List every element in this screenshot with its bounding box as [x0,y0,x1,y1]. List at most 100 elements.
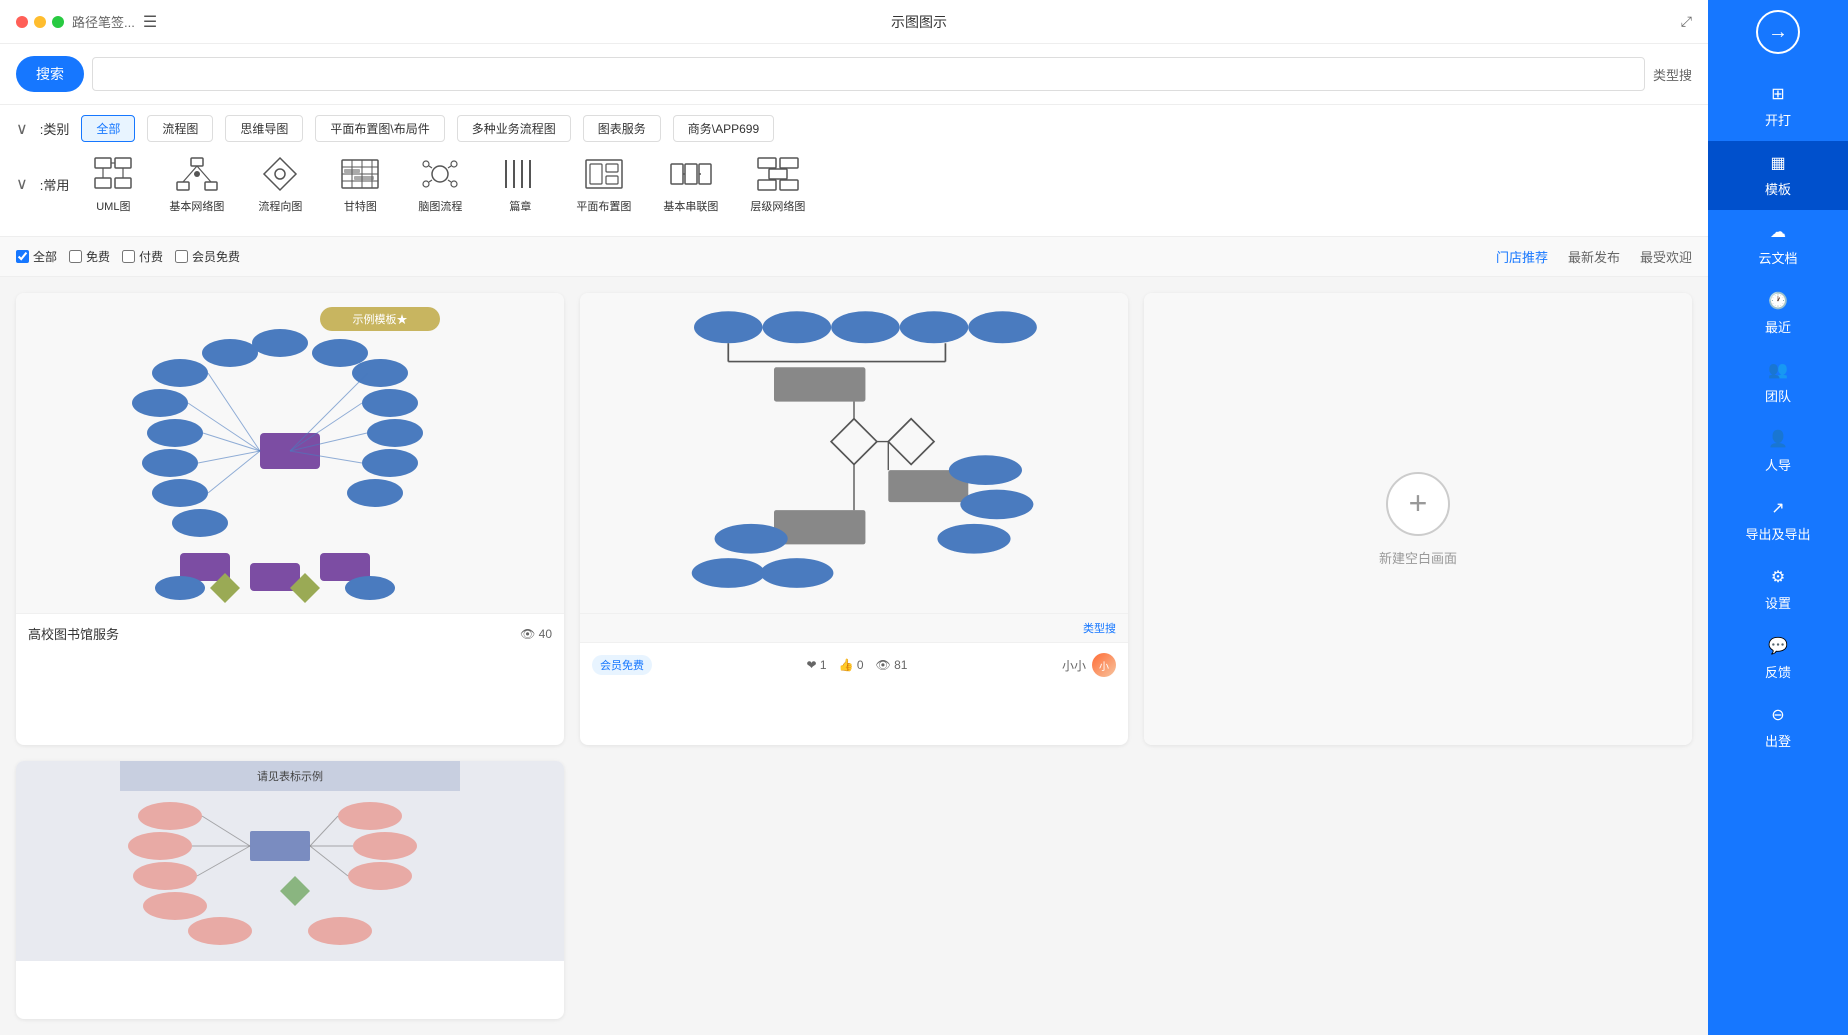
flat-layout-label: 平面布置图 [576,198,631,214]
card-1-stats: 👁 40 [520,627,552,641]
card-2-views: 👁 81 [876,658,908,672]
card-2-tag: 会员免费 [592,655,652,675]
card-2[interactable]: 类型搜 会员免费 ❤ 1 👍 0 👁 81 小小 小 [580,293,1128,745]
top-bar: ...路径笔签 ☰ 示图图示 ⤢ [0,0,1708,44]
mind-icon [416,154,464,194]
breadcrumb: ...路径笔签 [72,12,135,31]
maximize-window-button[interactable] [52,16,64,28]
filter-chip-all[interactable]: 全部 [81,115,135,142]
filter-icon-uml[interactable]: UML图 [81,150,145,218]
flat-layout-icon [580,154,628,194]
category-label: 类别: [40,119,70,138]
sidebar-item-settings[interactable]: ⚙ 设置 [1708,555,1848,624]
sidebar-item-label-export: 导出及导出 [1745,524,1810,543]
checkbox-all[interactable]: 全部 [16,248,57,265]
cloud-icon: ☁ [1770,222,1786,242]
sidebar-item-label-logout: 出登 [1765,731,1791,750]
sidebar-item-open[interactable]: ⊞ 开打 [1708,72,1848,141]
search-bar: 搜索 类型搜 [0,44,1708,105]
uml-icon [89,154,137,194]
open-icon: ⊞ [1771,84,1784,104]
card-2-type-label: 类型搜 [1083,620,1116,636]
sort-newest[interactable]: 最新发布 [1568,247,1620,266]
sort-popular[interactable]: 最受欢迎 [1640,247,1692,266]
filter-icon-network[interactable]: 基本网络图 [161,150,232,218]
venn-label: 篇章 [509,198,531,214]
sort-bar: 全部 免费 付费 会员免费 门店推荐 最新发布 最受欢迎 [0,237,1708,277]
mind-label: 脑图流程 [418,198,462,214]
group-icon: 👥 [1768,360,1788,380]
filter-icon-gantt[interactable]: 甘特图 [328,150,392,218]
flowchart-basic-icon [256,154,304,194]
sidebar-item-label-recent: 最近 [1765,317,1791,336]
sidebar-item-label-templates: 模板 [1765,179,1791,198]
filter-icon-flat-layout[interactable]: 平面布置图 [568,150,639,218]
filter-icon-venn[interactable]: 篇章 [488,150,552,218]
sort-left: 全部 免费 付费 会员免费 [16,248,240,265]
network-icon [173,154,221,194]
sidebar: → ⊞ 开打 ▦ 模板 ☁ 云文档 🕐 最近 👥 团队 👤 人导 ↗ 导出及导出… [1708,0,1848,1035]
sidebar-item-cloud[interactable]: ☁ 云文档 [1708,210,1848,279]
sidebar-item-person[interactable]: 👤 人导 [1708,417,1848,486]
filter-chip-chart[interactable]: 图表服务 [583,115,661,142]
sidebar-item-recent[interactable]: 🕐 最近 [1708,279,1848,348]
uml-label: UML图 [96,198,130,214]
card-2-thumbs: 👍 0 [839,658,864,672]
card-3-blank[interactable]: + 新建空白画面 [1144,293,1692,745]
settings-icon: ⚙ [1771,567,1785,587]
venn-icon [496,154,544,194]
sidebar-item-feedback[interactable]: 💬 反馈 [1708,624,1848,693]
filter-chip-mindmap[interactable]: 思维导图 [225,115,303,142]
sidebar-item-label-cloud: 云文档 [1758,248,1797,267]
close-window-button[interactable] [16,16,28,28]
card-4[interactable]: 请见表标示例 [16,761,564,1019]
category-filter-row: ∨ 类别: 全部 流程图 思维导图 平面布置图\布局件 多种业务流程图 图表服务… [16,115,1692,142]
sidebar-item-label-feedback: 反馈 [1765,662,1791,681]
feedback-icon: 💬 [1768,636,1788,656]
filter-icon-basic-serial[interactable]: 基本串联图 [655,150,726,218]
logout-icon: ⊖ [1771,705,1784,725]
filter-chip-business[interactable]: 多种业务流程图 [457,115,571,142]
common-expand-button[interactable]: ∨ [16,174,28,194]
fullscreen-icon[interactable]: ⤢ [1681,13,1692,30]
sidebar-arrow-button[interactable]: → [1756,10,1800,54]
card-1-title: 高校图书馆服务 [28,624,119,643]
filter-icon-layered[interactable]: 层级网络图 [742,150,813,218]
search-input[interactable] [92,57,1645,91]
card-3-plus-button[interactable]: + [1386,472,1450,536]
network-label: 基本网络图 [169,198,224,214]
checkbox-free[interactable]: 免费 [69,248,110,265]
card-2-user: 小小 小 [1062,653,1116,677]
basic-serial-icon [667,154,715,194]
sidebar-item-logout[interactable]: ⊖ 出登 [1708,693,1848,762]
filter-chip-layout[interactable]: 平面布置图\布局件 [315,115,444,142]
checkbox-paid[interactable]: 付费 [122,248,163,265]
sidebar-item-export[interactable]: ↗ 导出及导出 [1708,486,1848,555]
filter-chip-app[interactable]: 商务\APP699 [673,115,774,142]
category-expand-button[interactable]: ∨ [16,119,28,139]
gantt-icon [336,154,384,194]
minimize-window-button[interactable] [34,16,46,28]
common-filter-row: ∨ 常用: UML图 [16,150,1692,218]
filter-chip-flowchart[interactable]: 流程图 [147,115,213,142]
search-button[interactable]: 搜索 [16,56,84,92]
card-2-username: 小小 [1062,657,1086,674]
checkbox-member[interactable]: 会员免费 [175,248,240,265]
svg-text:示例模板★: 示例模板★ [353,312,408,326]
gantt-label: 甘特图 [344,198,377,214]
filter-icon-flowchart-basic[interactable]: 流程向图 [248,150,312,218]
card-1[interactable]: 示例模板★ [16,293,564,745]
sidebar-item-templates[interactable]: ▦ 模板 [1708,141,1848,210]
cards-grid: 示例模板★ [0,277,1708,1035]
sort-recommend[interactable]: 门店推荐 [1496,247,1548,266]
person-icon: 👤 [1768,429,1788,449]
sort-right: 门店推荐 最新发布 最受欢迎 [1496,247,1692,266]
sidebar-item-label-person: 人导 [1765,455,1791,474]
card-1-preview: 示例模板★ [16,293,564,613]
filter-icon-mind[interactable]: 脑图流程 [408,150,472,218]
common-icons-row: UML图 基本网络图 [81,150,813,218]
window-controls [16,16,64,28]
filter-section: ∨ 类别: 全部 流程图 思维导图 平面布置图\布局件 多种业务流程图 图表服务… [0,105,1708,237]
top-bar-left: ...路径笔签 ☰ [16,12,157,32]
sidebar-item-group[interactable]: 👥 团队 [1708,348,1848,417]
